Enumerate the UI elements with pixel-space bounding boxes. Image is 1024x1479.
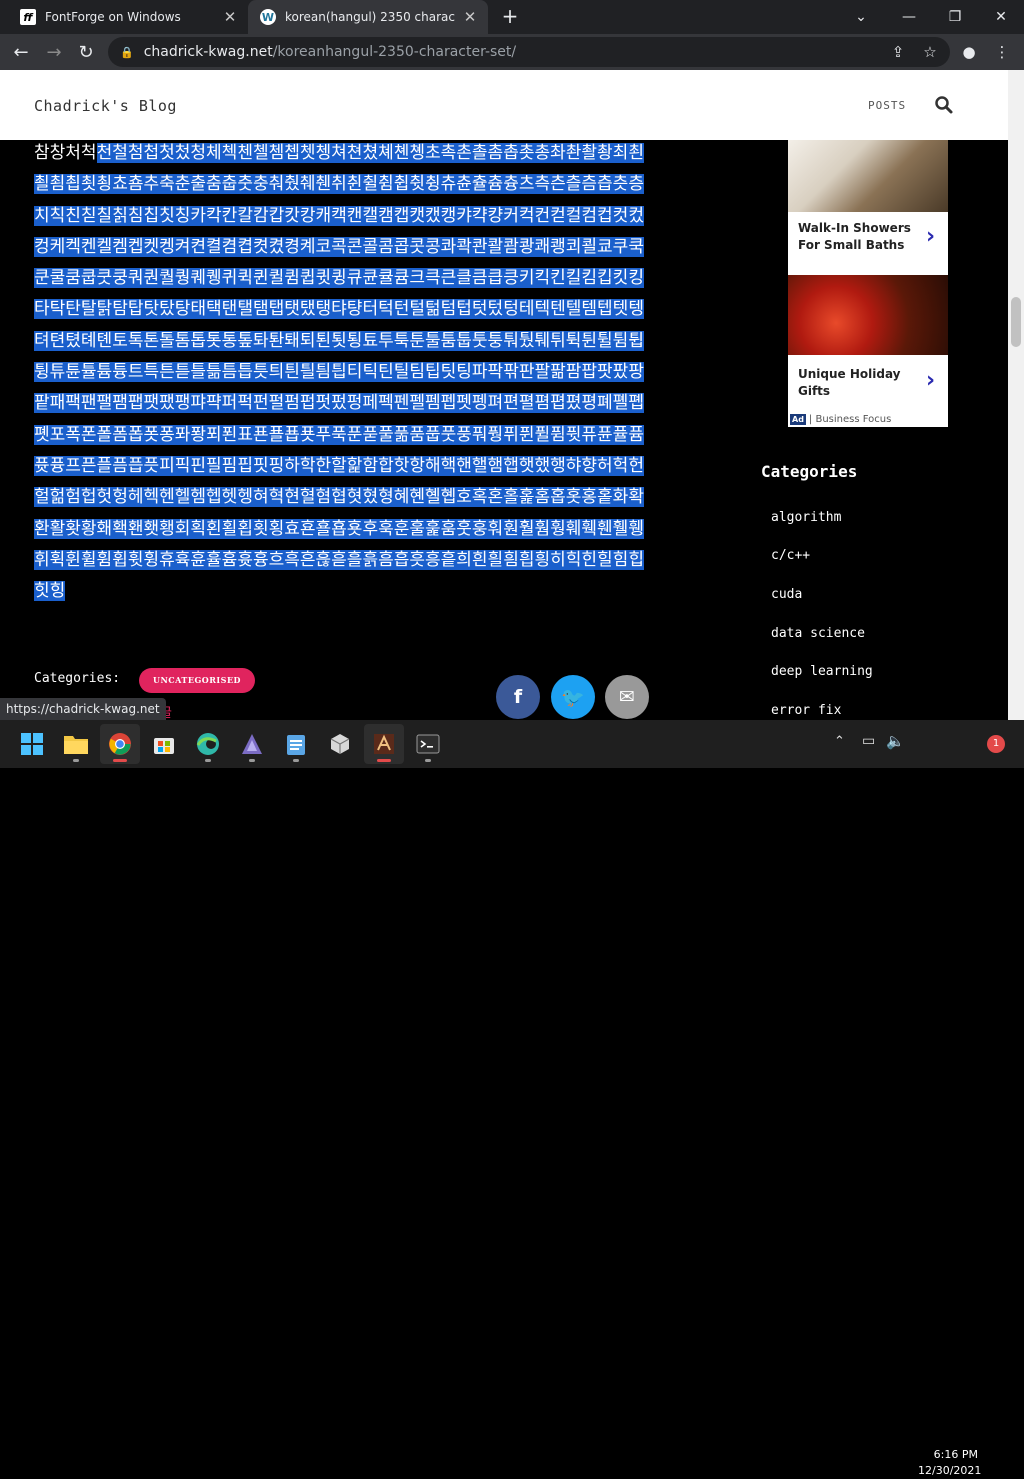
clock-time: 6:16 PM <box>933 1448 978 1461</box>
chevron-right-icon[interactable]: › <box>926 224 935 249</box>
new-tab-button[interactable]: + <box>498 5 522 29</box>
chevron-up-icon[interactable]: ⌃ <box>834 734 845 749</box>
menu-kebab-icon[interactable]: ⋮ <box>988 38 1016 66</box>
edge-button[interactable] <box>188 724 228 764</box>
category-link[interactable]: cuda <box>771 587 802 602</box>
twitter-icon: 🐦 <box>561 686 585 709</box>
profile-icon[interactable]: ● <box>955 38 983 66</box>
web-page: Chadrick's Blog POSTS 참창처척천철첨첩첫첬청체첵첸첼쳄쳅쳇… <box>0 70 1008 720</box>
korean-text-selected: 천철첨첩첫첬청체첵첸첼쳄쳅쳇쳉쳐쳔쳤쳬쳰촁초촉촌촐촘촙촛총촤촨촬촹최쵠쵤쵬쵭쵯쵱… <box>34 143 644 602</box>
notepad-button[interactable] <box>276 724 316 764</box>
tab-title: FontForge on Windows <box>45 10 181 24</box>
categories-heading: Categories <box>761 462 858 481</box>
volume-icon[interactable]: 🔈 <box>886 732 905 750</box>
cube-icon <box>330 734 350 754</box>
fontforge-button[interactable] <box>364 724 404 764</box>
email-icon: ✉ <box>619 686 635 708</box>
category-link[interactable]: deep learning <box>771 664 873 679</box>
terminal-button[interactable] <box>408 724 448 764</box>
search-icon[interactable] <box>934 95 954 115</box>
url-host: chadrick-kwag.net <box>143 44 273 60</box>
edge-icon <box>196 733 219 755</box>
share-icon[interactable]: ⇪ <box>884 38 912 66</box>
nav-posts-link[interactable]: POSTS <box>868 99 906 112</box>
lock-icon: 🔒 <box>120 45 134 59</box>
wordpress-icon: W <box>260 9 276 25</box>
gifts-image[interactable] <box>788 275 948 355</box>
back-button[interactable]: ← <box>7 38 35 66</box>
ad-item-title[interactable]: Unique Holiday Gifts <box>798 366 918 400</box>
terminal-icon <box>416 734 440 754</box>
arrow-right-icon: → <box>46 41 62 63</box>
chrome-button[interactable] <box>100 724 140 764</box>
tab-title: korean(hangul) 2350 character set <box>285 10 455 24</box>
category-link[interactable]: data science <box>771 626 865 641</box>
forward-button[interactable]: → <box>40 38 68 66</box>
ad-badge: Ad <box>790 414 806 425</box>
tab-search-button[interactable]: ⌄ <box>838 0 884 34</box>
app-a-icon <box>242 734 262 754</box>
fontforge-icon <box>374 734 394 754</box>
korean-character-set-text: 참창처척천철첨첩첫첬청체첵첸첼쳄쳅쳇쳉쳐쳔쳤쳬쳰촁초촉촌촐촘촙촛총촤촨촬촹최쵠쵤… <box>34 138 656 607</box>
category-link[interactable]: error fix <box>771 703 841 718</box>
clock[interactable]: 6:16 PM 12/30/2021 <box>918 1447 982 1479</box>
ad-sponsor: | Business Focus <box>808 414 892 425</box>
categories-label: Categories: <box>34 671 121 686</box>
browser-toolbar: ← → ↻ 🔒 chadrick-kwag.net/koreanhangul-2… <box>0 34 1024 70</box>
url-path: /koreanhangul-2350-character-set/ <box>272 44 517 60</box>
ad-item-title[interactable]: Walk-In Showers For Small Baths <box>798 220 918 254</box>
ad-footer: Ad | Business Focus <box>788 412 948 427</box>
reload-icon: ↻ <box>78 41 94 63</box>
app-a-button[interactable] <box>232 724 272 764</box>
arrow-left-icon: ← <box>13 41 29 63</box>
address-bar[interactable]: 🔒 chadrick-kwag.net/koreanhangul-2350-ch… <box>108 37 950 67</box>
category-link[interactable]: algorithm <box>771 510 841 525</box>
site-title[interactable]: Chadrick's Blog <box>34 97 177 115</box>
sidebar-ad[interactable]: Walk-In Showers For Small Baths › Unique… <box>788 140 948 427</box>
tab-fontforge[interactable]: ff FontForge on Windows ✕ <box>8 0 248 34</box>
minimize-icon: — <box>902 9 916 25</box>
fontforge-icon: ff <box>20 9 36 25</box>
twitter-share-button[interactable]: 🐦 <box>551 675 595 719</box>
store-icon <box>154 738 174 754</box>
bookmark-star-icon[interactable]: ☆ <box>916 38 944 66</box>
minimize-button[interactable]: — <box>886 0 932 34</box>
close-tab-icon[interactable]: ✕ <box>222 9 238 25</box>
scrollbar-thumb[interactable] <box>1011 297 1021 347</box>
clock-date: 12/30/2021 <box>918 1464 982 1477</box>
facebook-share-button[interactable]: f <box>496 675 540 719</box>
restore-icon: ❐ <box>948 9 962 25</box>
close-icon: ✕ <box>995 9 1007 25</box>
korean-text-unselected: 참창처척 <box>34 143 97 163</box>
chevron-right-icon[interactable]: › <box>926 368 935 393</box>
facebook-icon: f <box>513 686 523 708</box>
category-link[interactable]: c/c++ <box>771 548 810 563</box>
site-header: Chadrick's Blog POSTS <box>0 70 1008 140</box>
file-explorer-button[interactable] <box>56 724 96 764</box>
bathroom-image[interactable] <box>788 140 948 212</box>
network-icon[interactable]: ▭ <box>862 733 875 749</box>
tab-strip: ff FontForge on Windows ✕ W korean(hangu… <box>0 0 1024 34</box>
reload-button[interactable]: ↻ <box>72 38 100 66</box>
folder-icon <box>64 736 88 754</box>
vertical-scrollbar[interactable] <box>1008 70 1024 720</box>
windows-taskbar: ⌃ ▭ 🔈 6:16 PM 12/30/2021 1 <box>0 720 1024 1477</box>
restore-button[interactable]: ❐ <box>932 0 978 34</box>
chevron-down-icon: ⌄ <box>855 9 867 25</box>
chrome-icon <box>109 733 131 755</box>
category-badge[interactable]: UNCATEGORISED <box>139 668 255 693</box>
email-share-button[interactable]: ✉ <box>605 675 649 719</box>
notepad-icon <box>287 735 305 755</box>
store-button[interactable] <box>144 724 184 764</box>
windows-icon <box>21 733 43 755</box>
notification-badge[interactable]: 1 <box>987 735 1005 753</box>
status-bar-url: https://chadrick-kwag.net <box>0 698 166 720</box>
app-cube-button[interactable] <box>320 724 360 764</box>
start-button[interactable] <box>12 724 52 764</box>
close-tab-icon[interactable]: ✕ <box>462 9 478 25</box>
close-window-button[interactable]: ✕ <box>978 0 1024 34</box>
tab-korean-hangul[interactable]: W korean(hangul) 2350 character set ✕ <box>248 0 488 34</box>
